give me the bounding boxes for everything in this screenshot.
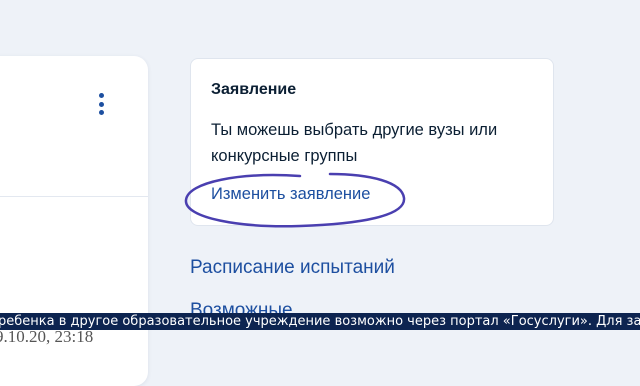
news-ticker-text: ребенка в другое образовательное учрежде… bbox=[0, 314, 640, 329]
application-card-description: Ты можешь выбрать другие вузы или конкур… bbox=[211, 121, 498, 165]
kebab-dot bbox=[98, 101, 104, 107]
kebab-dot bbox=[98, 93, 104, 98]
schedule-link[interactable]: Расписание испытаний bbox=[190, 257, 395, 279]
kebab-menu-icon[interactable] bbox=[97, 93, 105, 115]
news-ticker: ребенка в другое образовательное учрежде… bbox=[0, 313, 640, 330]
left-panel-divider bbox=[0, 196, 148, 197]
application-card-title: Заявление bbox=[211, 81, 297, 98]
video-timestamp: 9.10.20, 23:18 bbox=[0, 327, 94, 346]
change-application-link[interactable]: Изменить заявление bbox=[211, 185, 370, 204]
kebab-dot bbox=[98, 110, 104, 115]
application-card: Заявление Ты можешь выбрать другие вузы … bbox=[190, 58, 554, 226]
